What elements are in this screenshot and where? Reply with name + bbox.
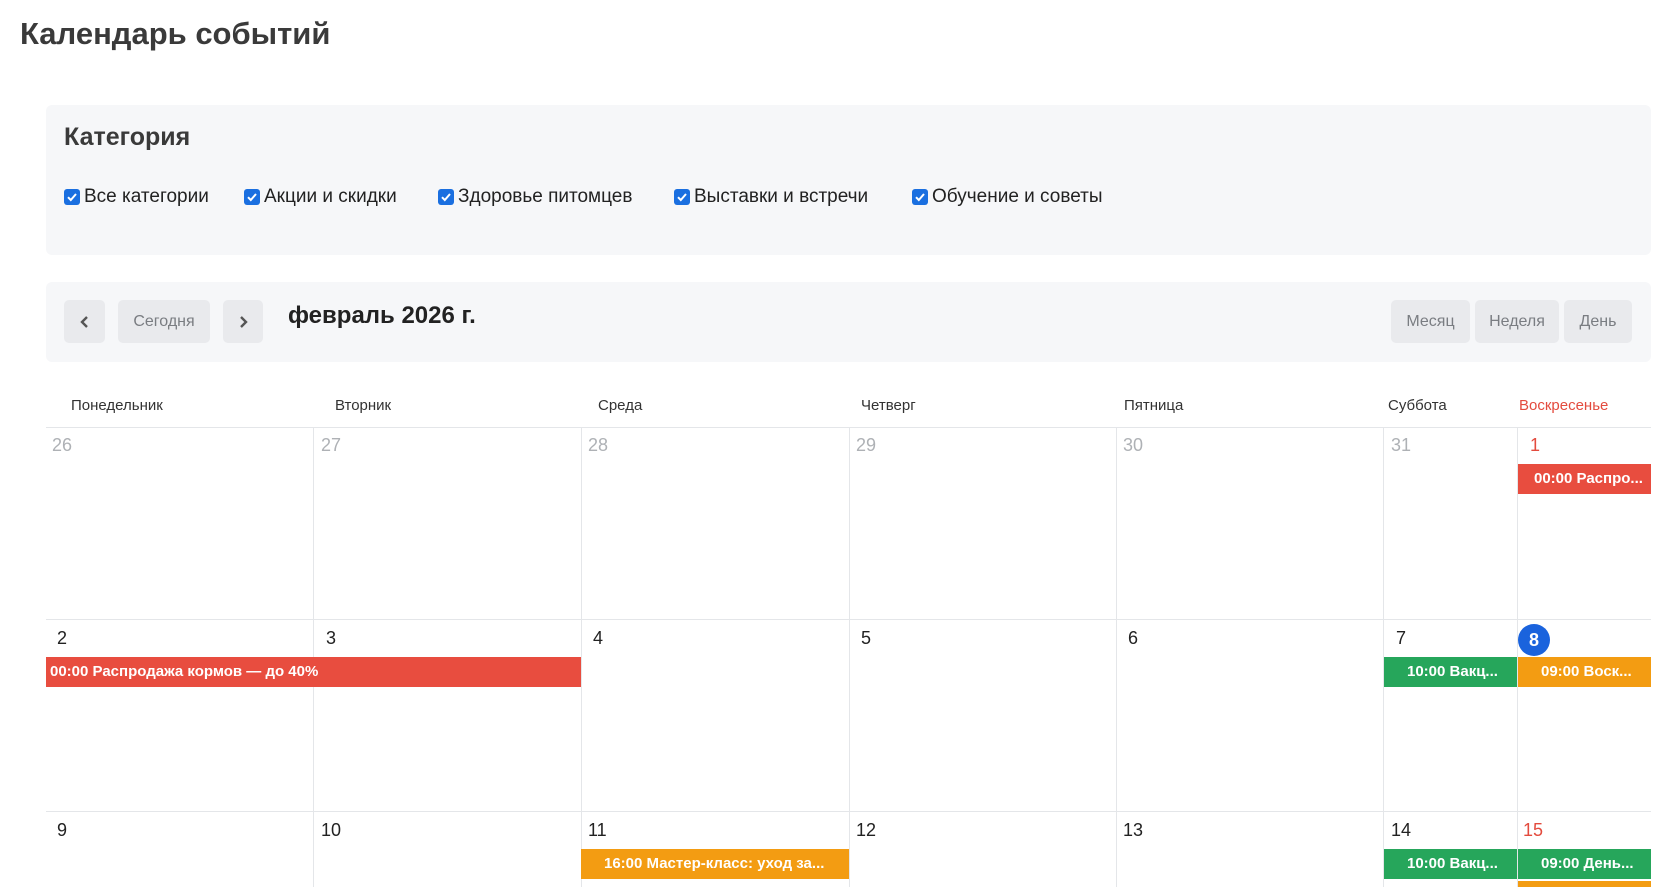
calendar-event[interactable]: 10:00 Вакц...	[1384, 849, 1517, 879]
calendar-event[interactable]: 09:00 Воск...	[1518, 657, 1651, 687]
next-month-button[interactable]	[223, 300, 263, 343]
category-option-sales[interactable]: Акции и скидки	[244, 185, 397, 209]
category-label: Акции и скидки	[264, 186, 397, 207]
category-option-all[interactable]: Все категории	[64, 185, 209, 209]
day-number[interactable]: 9	[57, 820, 67, 841]
day-number[interactable]: 30	[1123, 435, 1143, 456]
day-number[interactable]: 3	[326, 628, 336, 649]
grid-line	[1116, 427, 1117, 887]
chevron-left-icon	[79, 315, 88, 328]
day-number[interactable]: 7	[1396, 628, 1406, 649]
category-label: Здоровье питомцев	[458, 186, 633, 207]
day-number[interactable]: 13	[1123, 820, 1143, 841]
grid-line	[849, 427, 850, 887]
day-number[interactable]: 11	[588, 820, 607, 841]
weekday-header: Вторник	[335, 397, 392, 414]
category-label: Выставки и встречи	[694, 186, 869, 207]
checkbox-checked-icon[interactable]	[912, 189, 928, 205]
month-title: февраль 2026 г.	[288, 302, 476, 329]
weekday-header: Понедельник	[71, 397, 163, 414]
calendar-event[interactable]: 16:00 Мастер-класс: уход за...	[581, 849, 849, 879]
weekday-header: Пятница	[1124, 397, 1184, 414]
view-month-button[interactable]: Месяц	[1391, 300, 1470, 343]
category-title: Категория	[64, 123, 191, 151]
calendar-toolbar: Сегодня февраль 2026 г. Месяц Неделя Ден…	[46, 282, 1651, 362]
day-number[interactable]: 6	[1128, 628, 1138, 649]
category-option-exhibitions[interactable]: Выставки и встречи	[674, 185, 868, 209]
day-number[interactable]: 27	[321, 435, 341, 456]
category-label: Обучение и советы	[932, 186, 1103, 207]
today-day-badge[interactable]: 8	[1518, 624, 1550, 656]
day-number[interactable]: 2	[57, 628, 67, 649]
day-number[interactable]: 29	[856, 435, 876, 456]
weekday-header: Суббота	[1388, 397, 1447, 414]
weekday-header: Воскресенье	[1519, 397, 1609, 414]
checkbox-checked-icon[interactable]	[244, 189, 260, 205]
category-label: Все категории	[84, 186, 209, 207]
calendar-event-partial[interactable]	[1518, 881, 1651, 887]
today-button[interactable]: Сегодня	[118, 300, 210, 343]
view-week-button[interactable]: Неделя	[1475, 300, 1559, 343]
weekday-header: Среда	[598, 397, 643, 414]
calendar-event[interactable]: 10:00 Вакц...	[1384, 657, 1517, 687]
day-number[interactable]: 4	[593, 628, 603, 649]
weekday-header: Четверг	[861, 397, 916, 414]
calendar-event[interactable]: 00:00 Распродажа кормов — до 40%	[46, 657, 581, 687]
page-title: Календарь событий	[20, 16, 331, 51]
view-day-button[interactable]: День	[1564, 300, 1632, 343]
chevron-right-icon	[240, 315, 248, 328]
day-number[interactable]: 15	[1523, 820, 1543, 841]
calendar-event[interactable]: 00:00 Распро...	[1518, 464, 1651, 494]
day-number[interactable]: 14	[1391, 820, 1411, 841]
prev-month-button[interactable]	[64, 300, 105, 343]
day-number[interactable]: 26	[52, 435, 72, 456]
day-number[interactable]: 5	[861, 628, 871, 649]
day-number[interactable]: 1	[1530, 435, 1540, 456]
checkbox-checked-icon[interactable]	[674, 189, 690, 205]
category-filter-panel: Категория Все категории Акции и скидки З…	[46, 105, 1651, 255]
day-number[interactable]: 12	[856, 820, 876, 841]
calendar-event[interactable]: 09:00 День...	[1518, 849, 1651, 879]
day-number[interactable]: 28	[588, 435, 608, 456]
day-number[interactable]: 10	[321, 820, 341, 841]
grid-line	[581, 427, 582, 887]
checkbox-checked-icon[interactable]	[438, 189, 454, 205]
day-number[interactable]: 31	[1391, 435, 1411, 456]
category-option-learning[interactable]: Обучение и советы	[912, 185, 1103, 209]
checkbox-checked-icon[interactable]	[64, 189, 80, 205]
category-option-health[interactable]: Здоровье питомцев	[438, 185, 632, 209]
